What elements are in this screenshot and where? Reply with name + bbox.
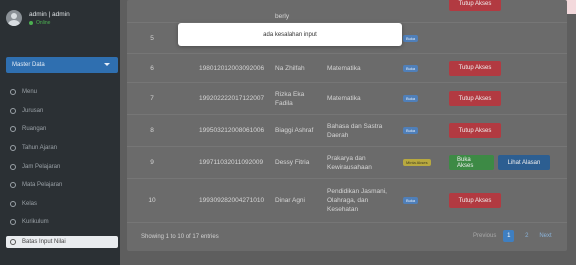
sidebar-item-tahun-ajaran[interactable]: Tahun Ajaran bbox=[10, 139, 118, 158]
table-row: 6 198012012003092006 Na Zhilfah Matemati… bbox=[127, 53, 567, 82]
cell-nip: 199202222017122007 bbox=[199, 95, 265, 102]
lihat-alasan-button[interactable]: Lihat Alasan bbox=[498, 155, 550, 170]
modal-message: ada kesalahan input bbox=[263, 31, 317, 38]
status-badge: Minta Akses bbox=[403, 159, 431, 166]
cell-nama: Biaggi Ashraf bbox=[275, 127, 314, 134]
buka-akses-button[interactable]: Buka Akses bbox=[449, 155, 494, 170]
cell-nama: Dinar Agni bbox=[275, 197, 305, 204]
table-row: berly Tutup Akses bbox=[127, 0, 567, 22]
sidebar-item-jam-pelajaran[interactable]: Jam Pelajaran bbox=[10, 157, 118, 176]
sidebar-item-mata-pelajaran[interactable]: Mata Pelajaran bbox=[10, 176, 118, 195]
cell-nip: 199309282004271010 bbox=[199, 197, 265, 204]
status-badge: Buka bbox=[403, 95, 419, 102]
next-page-link[interactable]: Next bbox=[539, 233, 551, 239]
previous-page-link[interactable]: Previous bbox=[473, 233, 496, 239]
status-badge: Buka bbox=[403, 127, 419, 134]
online-dot-icon bbox=[29, 20, 33, 25]
error-modal: ada kesalahan input bbox=[178, 23, 402, 46]
avatar bbox=[6, 10, 22, 26]
circle-icon bbox=[10, 238, 16, 245]
circle-icon bbox=[10, 145, 16, 152]
cell-no: 6 bbox=[150, 64, 154, 72]
status-badge: Buka bbox=[403, 64, 419, 72]
tutup-akses-button[interactable]: Tutup Akses bbox=[449, 123, 501, 138]
tutup-akses-button[interactable]: Tutup Akses bbox=[449, 91, 501, 106]
entries-info: Showing 1 to 10 of 17 entries bbox=[141, 234, 219, 240]
cell-mapel: Pendidikan Jasmani, Olahraga, dan Keseha… bbox=[327, 188, 387, 213]
sidebar-section-master-data[interactable]: Master Data bbox=[6, 57, 118, 73]
sidebar-item-kurikulum[interactable]: Kurikulum bbox=[10, 213, 118, 232]
cell-no: 10 bbox=[148, 197, 156, 204]
cell-no: 7 bbox=[150, 95, 154, 102]
circle-icon bbox=[10, 89, 16, 96]
table-row: 9 199711032011092009 Dessy Fitria Prakar… bbox=[127, 146, 567, 178]
cell-nama: Rizka Eka Fadila bbox=[275, 90, 305, 107]
sidebar-item-jurusan[interactable]: Jurusan bbox=[10, 102, 118, 121]
cell-mapel: Bahasa dan Sastra Daerah bbox=[327, 122, 383, 139]
status-badge: Buka bbox=[403, 197, 419, 204]
cell-nama: Dessy Fitria bbox=[275, 159, 310, 166]
user-panel: admin | admin Online bbox=[6, 10, 70, 26]
user-name: admin | admin bbox=[29, 10, 70, 18]
sidebar-item-kelas[interactable]: Kelas bbox=[10, 195, 118, 214]
circle-icon bbox=[10, 182, 16, 189]
circle-icon bbox=[10, 219, 16, 226]
table-row: 10 199309282004271010 Dinar Agni Pendidi… bbox=[127, 178, 567, 222]
cell-nip: 199711032011092009 bbox=[199, 159, 264, 166]
user-status: Online bbox=[29, 20, 70, 26]
circle-icon bbox=[10, 107, 16, 114]
cell-no: 8 bbox=[150, 127, 154, 134]
page-1-link[interactable]: 1 bbox=[503, 230, 515, 242]
cell-mapel: Matematika bbox=[327, 95, 361, 102]
pagination: Previous 1 2 Next bbox=[473, 230, 559, 242]
table-row: 8 199503212008061006 Biaggi Ashraf Bahas… bbox=[127, 114, 567, 146]
circle-icon bbox=[10, 200, 16, 207]
tutup-akses-button[interactable]: Tutup Akses bbox=[449, 60, 501, 76]
sidebar-item-ruangan[interactable]: Ruangan bbox=[10, 120, 118, 139]
cell-nip: 199503212008061006 bbox=[199, 127, 265, 134]
cell-no: 9 bbox=[150, 159, 154, 166]
tutup-akses-button[interactable]: Tutup Akses bbox=[449, 0, 501, 11]
caret-down-icon bbox=[104, 63, 110, 66]
tutup-akses-button[interactable]: Tutup Akses bbox=[449, 193, 501, 208]
page-2-link[interactable]: 2 bbox=[521, 230, 532, 242]
cell-mapel: Matematika bbox=[327, 64, 361, 72]
cell-mapel: Prakarya dan Kewirausahaan bbox=[327, 154, 372, 171]
sidebar: admin | admin Online Master Data Menu Ju… bbox=[0, 0, 120, 265]
table-bottom-border bbox=[127, 222, 567, 223]
sidebar-item-batas-input-nilai[interactable]: Batas Input Nilai bbox=[6, 235, 118, 248]
cell-nama: berly bbox=[275, 13, 290, 20]
status-badge: Buka bbox=[403, 34, 419, 42]
table-row: 7 199202222017122007 Rizka Eka Fadila Ma… bbox=[127, 82, 567, 114]
sidebar-menu: Menu Jurusan Ruangan Tahun Ajaran Jam Pe… bbox=[6, 83, 118, 248]
cell-nama: Na Zhilfah bbox=[275, 64, 305, 72]
cell-no: 5 bbox=[150, 34, 154, 42]
cell-nip: 198012012003092006 bbox=[199, 64, 265, 72]
sidebar-item-menu[interactable]: Menu bbox=[10, 83, 118, 102]
circle-icon bbox=[10, 126, 16, 133]
circle-icon bbox=[10, 163, 16, 170]
